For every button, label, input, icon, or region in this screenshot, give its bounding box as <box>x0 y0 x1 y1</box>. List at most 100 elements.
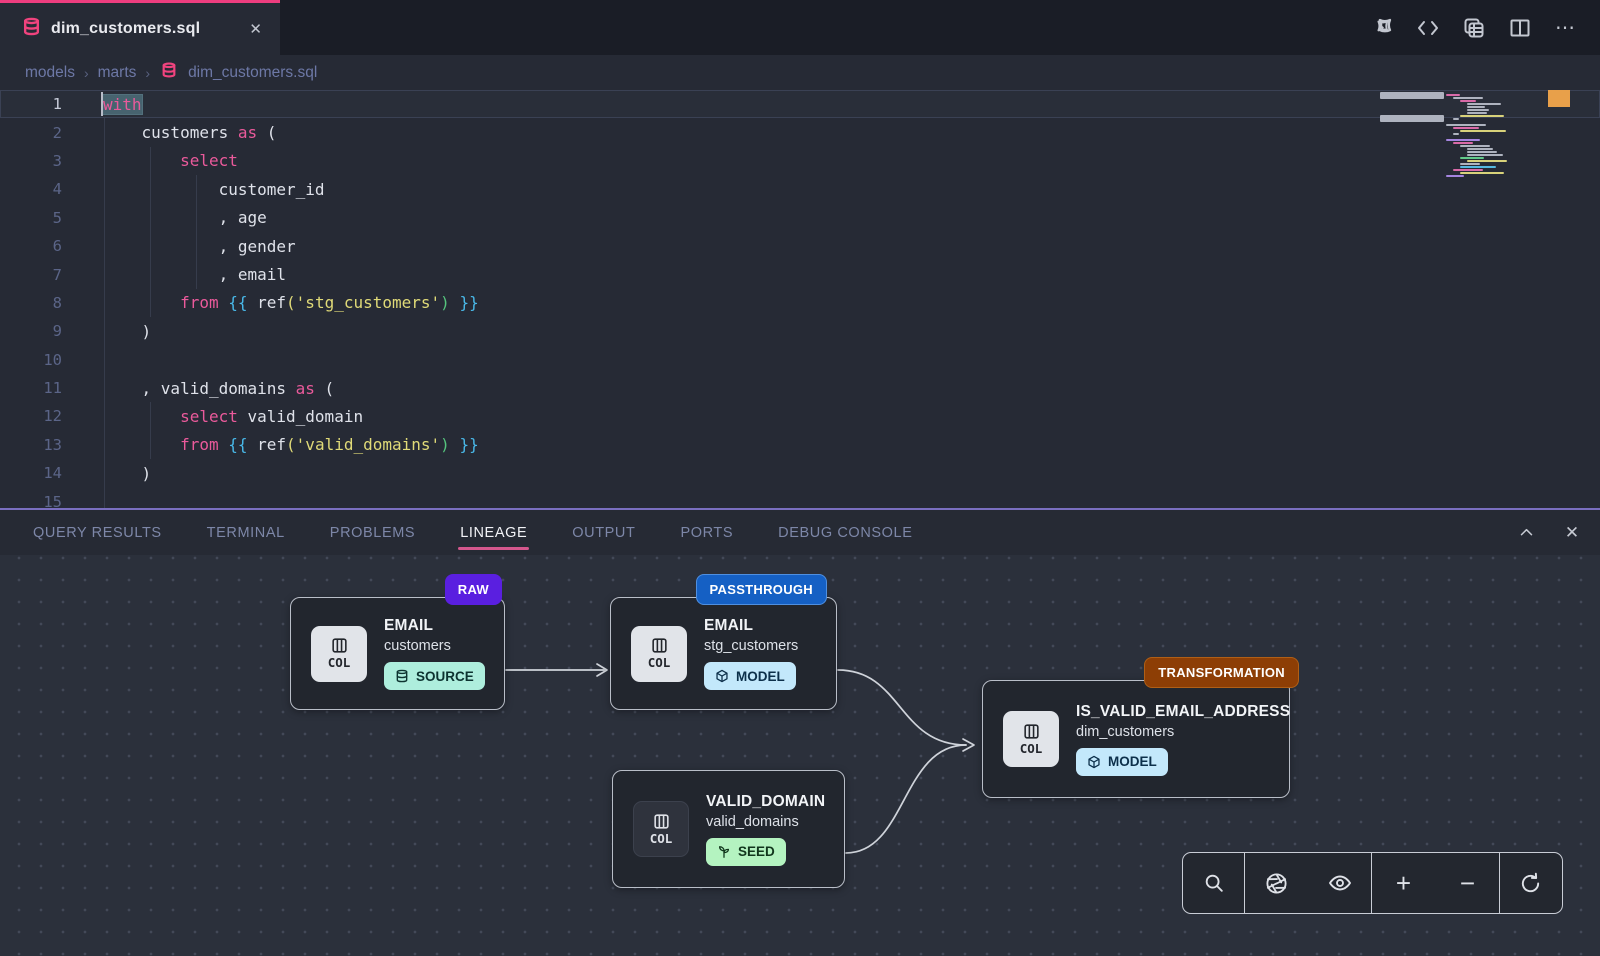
lineage-node-dim-customers[interactable]: TRANSFORMATION COL IS_VALID_EMAIL_ADDRES… <box>982 680 1290 798</box>
type-badge-model: MODEL <box>1076 748 1168 776</box>
model-name: stg_customers <box>704 638 798 654</box>
column-chip[interactable]: COL <box>631 626 687 682</box>
minimap-line <box>1453 127 1479 129</box>
minimap-line <box>1453 133 1459 135</box>
code-text: , age <box>62 208 267 227</box>
breadcrumb-models[interactable]: models <box>25 64 75 82</box>
code-line[interactable]: 2 customers as ( <box>0 118 1600 146</box>
zoom-in-icon[interactable]: + <box>1389 868 1419 898</box>
code-line[interactable]: 7 , email <box>0 260 1600 288</box>
line-number: 6 <box>0 237 62 255</box>
code-line[interactable]: 1with <box>0 90 1600 118</box>
code-text: ) <box>62 464 151 483</box>
line-number: 4 <box>0 180 62 198</box>
refresh-icon[interactable] <box>1516 868 1546 898</box>
code-line[interactable]: 9 ) <box>0 317 1600 345</box>
close-panel-icon[interactable]: ✕ <box>1562 523 1582 543</box>
panel-tab-problems[interactable]: PROBLEMS <box>330 510 415 555</box>
code-line[interactable]: 15 <box>0 487 1600 508</box>
line-number: 12 <box>0 407 62 425</box>
lineage-node-stg-customers[interactable]: PASSTHROUGH COL EMAIL stg_customers <box>610 597 837 710</box>
panel-tab-ports[interactable]: PORTS <box>680 510 733 555</box>
panel-tab-output[interactable]: OUTPUT <box>572 510 635 555</box>
line-number: 2 <box>0 124 62 142</box>
editor-tab-dim-customers[interactable]: dim_customers.sql ✕ <box>0 0 280 55</box>
line-number: 5 <box>0 209 62 227</box>
code-line[interactable]: 6 , gender <box>0 232 1600 260</box>
search-icon[interactable] <box>1199 868 1229 898</box>
indent-guide <box>104 118 105 508</box>
code-line[interactable]: 5 , age <box>0 204 1600 232</box>
code-line[interactable]: 14 ) <box>0 459 1600 487</box>
collapse-panel-icon[interactable] <box>1516 523 1536 543</box>
aperture-icon[interactable] <box>1261 868 1291 898</box>
minimap-line <box>1460 157 1484 159</box>
lineage-toolbar: + − <box>1182 852 1563 914</box>
code-line[interactable]: 11 , valid_domains as ( <box>0 374 1600 402</box>
code-editor[interactable]: 1with2 customers as (3 select4 customer_… <box>0 90 1600 508</box>
tab-title: dim_customers.sql <box>51 20 200 38</box>
minimap-line <box>1467 148 1493 150</box>
database-icon <box>161 62 177 83</box>
editor-actions: ⋯ <box>1370 0 1600 55</box>
minimap-line <box>1460 100 1476 102</box>
code-text: , valid_domains as ( <box>62 379 334 398</box>
line-number: 9 <box>0 322 62 340</box>
bottom-panel: QUERY RESULTS TERMINAL PROBLEMS LINEAGE OUTP… <box>0 508 1600 956</box>
code-line[interactable]: 10 <box>0 346 1600 374</box>
lineage-node-valid-domains[interactable]: COL VALID_DOMAIN valid_domains SEED <box>612 770 845 888</box>
breadcrumb-marts[interactable]: marts <box>98 64 137 82</box>
badge-passthrough: PASSTHROUGH <box>696 574 827 605</box>
minimap-line <box>1453 118 1459 120</box>
panel-tab-query-results[interactable]: QUERY RESULTS <box>33 510 162 555</box>
lineage-canvas[interactable]: RAW COL EMAIL customers <box>0 555 1600 956</box>
minimap-line <box>1467 112 1487 114</box>
minimap-line <box>1467 106 1485 108</box>
code-line[interactable]: 3 select <box>0 147 1600 175</box>
breadcrumb-file[interactable]: dim_customers.sql <box>188 64 317 82</box>
panel-tab-lineage[interactable]: LINEAGE <box>460 510 527 555</box>
type-badge-seed: SEED <box>706 838 786 866</box>
column-chip[interactable]: COL <box>311 626 367 682</box>
code-icon[interactable] <box>1416 16 1440 40</box>
lineage-node-customers[interactable]: RAW COL EMAIL customers <box>290 597 505 710</box>
tab-close-icon[interactable]: ✕ <box>249 20 262 38</box>
dbt-extension-icon[interactable] <box>1370 16 1394 40</box>
code-line[interactable]: 8 from {{ ref('stg_customers') }} <box>0 289 1600 317</box>
minimap-line <box>1453 142 1473 144</box>
minimap[interactable] <box>1446 94 1534 178</box>
model-name: customers <box>384 638 485 654</box>
line-number: 1 <box>0 95 62 113</box>
eye-icon[interactable] <box>1325 868 1355 898</box>
line-number: 10 <box>0 351 62 369</box>
app-window: dim_customers.sql ✕ <box>0 0 1600 956</box>
code-text: , email <box>62 265 286 284</box>
minimap-line <box>1460 163 1480 165</box>
code-text: , gender <box>62 237 296 256</box>
zoom-out-icon[interactable]: − <box>1453 868 1483 898</box>
code-text: customer_id <box>62 180 325 199</box>
panel-tab-debug-console[interactable]: DEBUG CONSOLE <box>778 510 912 555</box>
column-chip[interactable]: COL <box>1003 711 1059 767</box>
column-chip[interactable]: COL <box>633 801 689 857</box>
code-line[interactable]: 13 from {{ ref('valid_domains') }} <box>0 431 1600 459</box>
cube-icon <box>1087 755 1101 769</box>
minimap-line <box>1446 124 1486 126</box>
type-badge-source: SOURCE <box>384 662 485 690</box>
badge-transformation: TRANSFORMATION <box>1144 657 1299 688</box>
code-text: select valid_domain <box>62 407 363 426</box>
more-actions-icon[interactable]: ⋯ <box>1554 16 1578 40</box>
split-editor-icon[interactable] <box>1508 16 1532 40</box>
line-number: 8 <box>0 294 62 312</box>
column-name: VALID_DOMAIN <box>706 793 825 811</box>
minimap-line <box>1460 166 1496 168</box>
code-line[interactable]: 12 select valid_domain <box>0 402 1600 430</box>
code-line[interactable]: 4 customer_id <box>0 175 1600 203</box>
column-name: EMAIL <box>384 617 485 635</box>
minimap-decoration-bar <box>1380 92 1444 99</box>
minimap-line <box>1467 154 1503 156</box>
line-number: 7 <box>0 266 62 284</box>
badge-raw: RAW <box>445 574 502 605</box>
panel-tab-terminal[interactable]: TERMINAL <box>207 510 285 555</box>
copy-table-icon[interactable] <box>1462 16 1486 40</box>
